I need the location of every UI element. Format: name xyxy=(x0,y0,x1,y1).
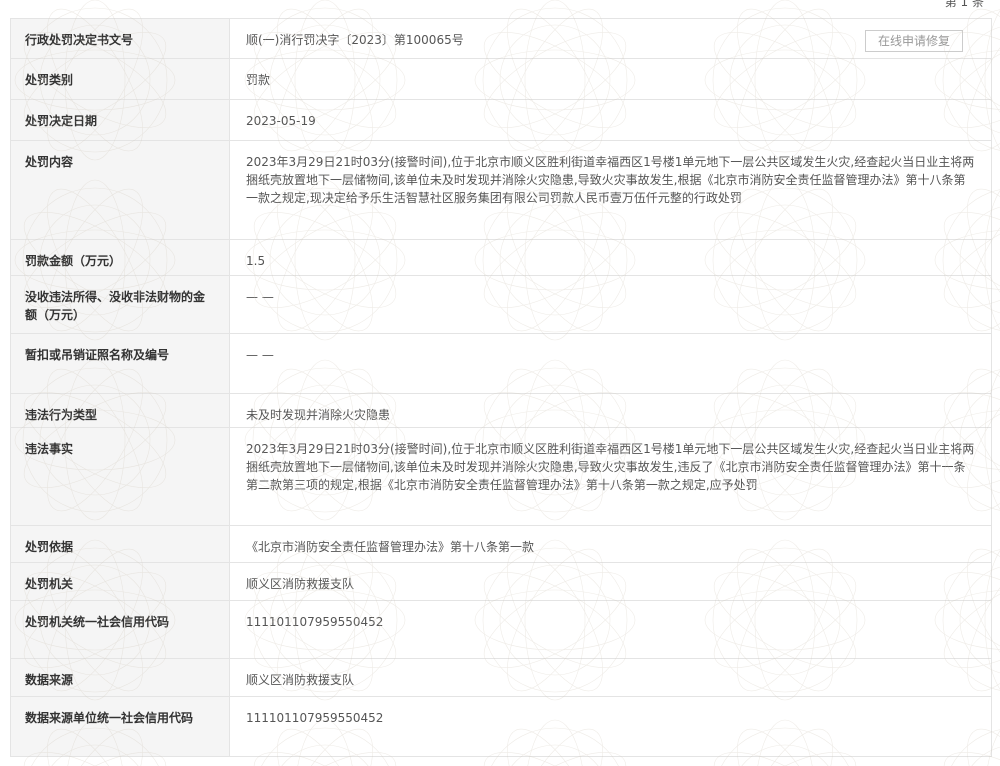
row-label-confiscation-amount: 没收违法所得、没收非法财物的金额（万元） xyxy=(10,275,230,334)
row-value-violation-facts: 2023年3月29日21时03分(接警时间),位于北京市顺义区胜利街道幸福西区1… xyxy=(229,427,992,526)
online-repair-button[interactable]: 在线申请修复 xyxy=(864,30,963,52)
table-row: 违法事实 2023年3月29日21时03分(接警时间),位于北京市顺义区胜利街道… xyxy=(10,427,992,526)
row-value-penalty-basis: 《北京市消防安全责任监督管理办法》第十八条第一款 xyxy=(229,525,992,563)
row-label-decision-number: 行政处罚决定书文号 xyxy=(10,18,230,59)
row-label-violation-facts: 违法事实 xyxy=(10,427,230,526)
row-label-license-revocation: 暂扣或吊销证照名称及编号 xyxy=(10,333,230,394)
row-value-decision-date: 2023-05-19 xyxy=(229,99,992,141)
table-row: 数据来源单位统一社会信用代码 111101107959550452 xyxy=(10,696,992,757)
row-label-decision-date: 处罚决定日期 xyxy=(10,99,230,141)
row-label-data-source: 数据来源 xyxy=(10,658,230,697)
table-row: 处罚决定日期 2023-05-19 xyxy=(10,99,992,141)
row-value-license-revocation: — — xyxy=(229,333,992,394)
row-label-authority-credit-code: 处罚机关统一社会信用代码 xyxy=(10,600,230,659)
table-row: 罚款金额（万元） 1.5 xyxy=(10,239,992,276)
row-value-penalty-content: 2023年3月29日21时03分(接警时间),位于北京市顺义区胜利街道幸福西区1… xyxy=(229,140,992,240)
row-label-violation-type: 违法行为类型 xyxy=(10,393,230,428)
row-value-penalty-category: 罚款 xyxy=(229,58,992,100)
table-row: 处罚机关 顺义区消防救援支队 xyxy=(10,562,992,601)
record-index: 第 1 条 xyxy=(944,0,984,9)
row-label-penalty-category: 处罚类别 xyxy=(10,58,230,100)
row-label-penalty-content: 处罚内容 xyxy=(10,140,230,240)
row-label-fine-amount: 罚款金额（万元） xyxy=(10,239,230,276)
row-value-decision-number: 顺(一)消行罚决字〔2023〕第100065号 在线申请修复 xyxy=(229,18,992,59)
table-row: 违法行为类型 未及时发现并消除火灾隐患 xyxy=(10,393,992,428)
row-label-penalty-basis: 处罚依据 xyxy=(10,525,230,563)
decision-number-text: 顺(一)消行罚决字〔2023〕第100065号 xyxy=(246,33,464,47)
row-label-penalty-authority: 处罚机关 xyxy=(10,562,230,601)
table-row: 处罚依据 《北京市消防安全责任监督管理办法》第十八条第一款 xyxy=(10,525,992,563)
table-row: 行政处罚决定书文号 顺(一)消行罚决字〔2023〕第100065号 在线申请修复 xyxy=(10,18,992,59)
table-row: 数据来源 顺义区消防救援支队 xyxy=(10,658,992,697)
table-row: 处罚内容 2023年3月29日21时03分(接警时间),位于北京市顺义区胜利街道… xyxy=(10,140,992,240)
row-value-authority-credit-code: 111101107959550452 xyxy=(229,600,992,659)
row-value-confiscation-amount: — — xyxy=(229,275,992,334)
table-row: 处罚类别 罚款 xyxy=(10,58,992,100)
row-value-source-credit-code: 111101107959550452 xyxy=(229,696,992,757)
table-row: 没收违法所得、没收非法财物的金额（万元） — — xyxy=(10,275,992,334)
row-value-fine-amount: 1.5 xyxy=(229,239,992,276)
row-value-penalty-authority: 顺义区消防救援支队 xyxy=(229,562,992,601)
table-row: 暂扣或吊销证照名称及编号 — — xyxy=(10,333,992,394)
table-row: 处罚机关统一社会信用代码 111101107959550452 xyxy=(10,600,992,659)
row-label-source-credit-code: 数据来源单位统一社会信用代码 xyxy=(10,696,230,757)
penalty-detail-table: 行政处罚决定书文号 顺(一)消行罚决字〔2023〕第100065号 在线申请修复… xyxy=(10,18,992,757)
row-value-violation-type: 未及时发现并消除火灾隐患 xyxy=(229,393,992,428)
row-value-data-source: 顺义区消防救援支队 xyxy=(229,658,992,697)
